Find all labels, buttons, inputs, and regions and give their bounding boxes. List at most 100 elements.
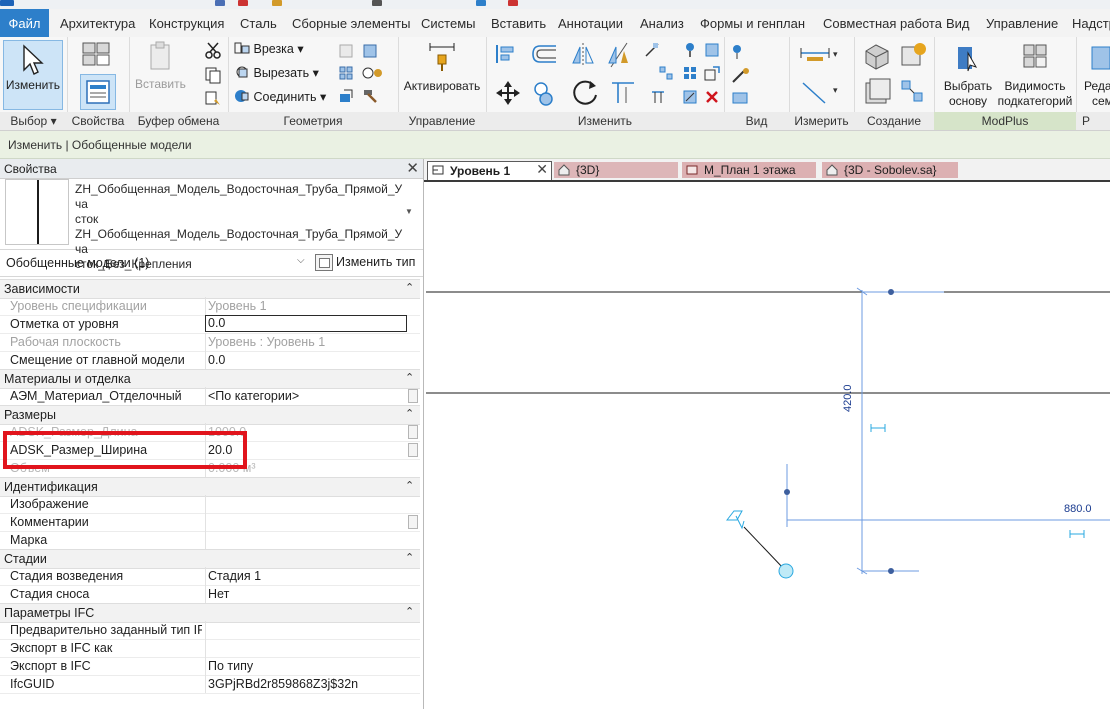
measure-qa-icon[interactable] <box>272 0 282 6</box>
tab-file[interactable]: Файл <box>0 9 49 37</box>
measure-distance-icon[interactable]: ▾ <box>799 43 843 65</box>
param-row[interactable]: Стадия сноса Нет <box>0 585 420 604</box>
offset-icon[interactable] <box>530 43 560 65</box>
group-header-identity[interactable]: Идентификация ⌃ <box>0 477 420 497</box>
view-tab-3d-sobolev[interactable]: {3D - Sobolev.sa} <box>822 162 958 178</box>
associate-parameter-button[interactable] <box>408 425 418 439</box>
trim-multiple-icon[interactable] <box>650 89 666 105</box>
split-element-icon[interactable] <box>644 42 660 58</box>
collapse-icon[interactable]: ⌃ <box>405 281 414 294</box>
delete-icon[interactable] <box>704 89 720 105</box>
paint-icon[interactable] <box>362 65 386 81</box>
tab-view[interactable]: Вид <box>946 9 970 37</box>
type-properties-button[interactable] <box>79 39 115 69</box>
revit-logo-icon[interactable] <box>0 0 14 6</box>
edit-family-button[interactable]: Реда сем <box>1082 39 1110 108</box>
group-header-constraints[interactable]: Зависимости ⌃ <box>0 279 420 299</box>
array-icon[interactable] <box>338 65 354 81</box>
select-host-button[interactable]: Выбрать основу <box>940 39 996 108</box>
close-icon[interactable]: ✕ <box>536 161 548 177</box>
join-button[interactable]: Соединить ▾ <box>234 89 326 104</box>
tab-precast[interactable]: Сборные элементы <box>292 9 410 37</box>
dimension-text-vertical[interactable]: 420.0 <box>842 384 854 412</box>
param-row[interactable]: АЭМ_Материал_Отделочный <По категории> <box>0 387 420 406</box>
scale-icon[interactable] <box>704 65 720 81</box>
group-header-ifc[interactable]: Параметры IFC ⌃ <box>0 603 420 623</box>
associate-parameter-button[interactable] <box>408 443 418 457</box>
copy-element-icon[interactable] <box>532 79 560 107</box>
tab-insert[interactable]: Вставить <box>491 9 546 37</box>
thin-lines-icon[interactable] <box>476 0 486 6</box>
split-gap-icon[interactable] <box>658 65 674 81</box>
param-row[interactable]: Предварительно заданный тип IFC <box>0 621 420 640</box>
type-selector[interactable]: ZH_Обобщенная_Модель_Водосточная_Труба_П… <box>0 179 423 271</box>
chevron-down-icon[interactable]: ⌵ <box>297 255 305 266</box>
associate-parameter-button[interactable] <box>408 389 418 403</box>
tab-massing-site[interactable]: Формы и генплан <box>700 9 805 37</box>
tab-analyze[interactable]: Анализ <box>640 9 684 37</box>
wall-joins-icon[interactable] <box>338 43 354 59</box>
drawing-canvas[interactable]: 420.0 880.0 <box>424 182 1110 709</box>
aligned-dimension-icon[interactable]: ▾ <box>799 79 843 109</box>
properties-button[interactable] <box>80 74 116 110</box>
modify-button[interactable]: Изменить <box>3 40 63 110</box>
hide-in-view-icon[interactable] <box>730 43 752 61</box>
param-row[interactable]: Комментарии <box>0 513 420 532</box>
param-row[interactable]: Изображение <box>0 495 420 514</box>
tab-annotate[interactable]: Аннотации <box>558 9 623 37</box>
param-row[interactable]: Марка <box>0 531 420 550</box>
close-icon[interactable]: ✕ <box>406 159 419 177</box>
create-parts-icon[interactable] <box>898 41 928 71</box>
move-icon[interactable] <box>494 79 522 107</box>
collapse-icon[interactable]: ⌃ <box>405 479 414 492</box>
view-tab-3d[interactable]: {3D} <box>554 162 678 178</box>
param-row[interactable]: Стадия возведения Стадия 1 <box>0 567 420 586</box>
param-row[interactable]: Экспорт в IFC как <box>0 639 420 658</box>
tab-structure[interactable]: Конструкция <box>149 9 224 37</box>
instance-filter-select[interactable]: Обобщенные модели (1) <box>6 256 149 270</box>
cut-geometry-button[interactable]: Вырезать ▾ <box>234 65 319 80</box>
tab-addins[interactable]: Надстр <box>1072 9 1110 37</box>
edit-type-button[interactable]: Изменить тип <box>315 253 415 272</box>
cut-scissors-icon[interactable] <box>204 42 222 60</box>
param-row[interactable]: IfcGUID 3GPjRBd2r859868Z3j$32n <box>0 675 420 694</box>
create-similar-icon[interactable] <box>898 77 928 107</box>
group-header-phasing[interactable]: Стадии ⌃ <box>0 549 420 569</box>
view-tab-level-1[interactable]: Уровень 1 ✕ <box>427 161 552 180</box>
override-graphics-icon[interactable] <box>730 67 752 85</box>
create-group-icon[interactable] <box>862 77 892 107</box>
chevron-down-icon[interactable]: ▼ <box>405 207 413 216</box>
collapse-icon[interactable]: ⌃ <box>405 371 414 384</box>
collapse-icon[interactable]: ⌃ <box>405 551 414 564</box>
copy-icon[interactable] <box>204 66 222 84</box>
mirror-draw-axis-icon[interactable] <box>606 41 632 69</box>
cope-button[interactable]: Врезка ▾ <box>234 41 304 56</box>
elevation-input[interactable]: 0.0 <box>205 315 407 332</box>
trim-extend-icon[interactable] <box>608 77 638 107</box>
pin-icon[interactable] <box>682 42 698 58</box>
demolish-icon[interactable] <box>338 88 354 104</box>
tab-manage[interactable]: Управление <box>986 9 1058 37</box>
tab-steel[interactable]: Сталь <box>240 9 277 37</box>
dimension-text-horizontal[interactable]: 880.0 <box>1064 503 1092 515</box>
param-row[interactable]: Экспорт в IFC По типу <box>0 657 420 676</box>
mirror-pick-axis-icon[interactable] <box>570 41 596 69</box>
hammer-icon[interactable] <box>362 88 378 104</box>
create-assembly-icon[interactable] <box>862 41 892 71</box>
tab-architecture[interactable]: Архитектура <box>60 9 135 37</box>
print-icon[interactable] <box>238 0 248 6</box>
save-icon[interactable] <box>215 0 225 6</box>
tab-systems[interactable]: Системы <box>421 9 475 37</box>
move-element-icon[interactable] <box>682 89 698 105</box>
text-qa-icon[interactable] <box>372 0 382 6</box>
collapse-icon[interactable]: ⌃ <box>405 605 414 618</box>
group-header-dimensions[interactable]: Размеры ⌃ <box>0 405 420 425</box>
subcategory-visibility-button[interactable]: Видимость подкатегорий <box>996 39 1074 108</box>
split-face-icon[interactable] <box>362 43 378 59</box>
group-header-materials[interactable]: Материалы и отделка ⌃ <box>0 369 420 389</box>
unpin-icon[interactable] <box>704 42 720 58</box>
paste-button[interactable]: Вставить <box>135 39 186 107</box>
rotate-icon[interactable] <box>570 77 600 107</box>
param-row[interactable]: Смещение от главной модели 0.0 <box>0 351 420 370</box>
collapse-icon[interactable]: ⌃ <box>405 407 414 420</box>
